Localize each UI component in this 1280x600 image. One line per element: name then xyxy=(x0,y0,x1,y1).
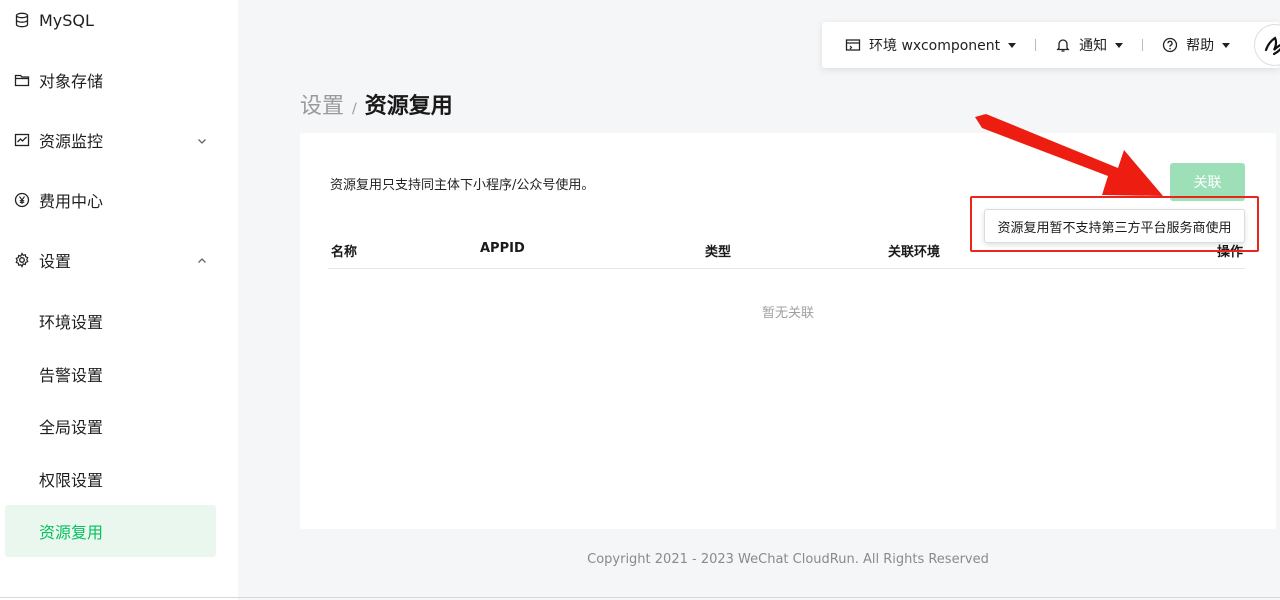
description-text: 资源复用只支持同主体下小程序/公众号使用。 xyxy=(330,178,595,193)
sidebar-item-storage[interactable]: 对象存储 xyxy=(5,54,216,106)
notification-label: 通知 xyxy=(1079,38,1108,54)
caret-down-icon xyxy=(1222,42,1231,48)
sidebar-item-env-settings[interactable]: 环境设置 xyxy=(5,295,216,347)
sidebar-item-label: 权限设置 xyxy=(39,471,104,490)
divider xyxy=(1035,39,1037,51)
divider xyxy=(1142,39,1144,51)
sidebar-item-label: 告警设置 xyxy=(39,366,104,385)
sidebar-item-permission-settings[interactable]: 权限设置 xyxy=(5,453,216,505)
user-avatar-icon xyxy=(1264,36,1280,56)
sidebar-item-label: 资源监控 xyxy=(39,132,104,151)
sidebar: MySQL 对象存储 资源监控 费用中心 设置 环境设置 告警设置 全局设置 权… xyxy=(0,0,238,600)
sidebar-item-settings[interactable]: 设置 xyxy=(5,234,216,286)
top-toolbar: 环境 wxcomponent 通知 帮助 xyxy=(822,22,1280,68)
footer-copyright: Copyright 2021 - 2023 WeChat CloudRun. A… xyxy=(587,552,989,567)
chevron-down-icon xyxy=(196,132,208,151)
environment-icon xyxy=(845,39,861,51)
column-header-type: 类型 xyxy=(705,245,732,260)
help-menu[interactable]: 帮助 xyxy=(1162,22,1231,68)
sidebar-item-mysql[interactable]: MySQL xyxy=(5,0,216,46)
notification-menu[interactable]: 通知 xyxy=(1055,22,1124,68)
sidebar-item-alert-settings[interactable]: 告警设置 xyxy=(5,348,216,400)
column-header-appid: APPID xyxy=(480,241,525,256)
sidebar-item-label: 资源复用 xyxy=(39,523,104,542)
resource-reuse-card: 资源复用只支持同主体下小程序/公众号使用。 关联 名称 APPID 类型 关联环… xyxy=(300,133,1276,529)
annotation-highlight-box xyxy=(970,196,1259,252)
sidebar-item-global-settings[interactable]: 全局设置 xyxy=(5,400,216,452)
breadcrumb: 设置 / 资源复用 xyxy=(300,88,453,120)
sidebar-item-label: 对象存储 xyxy=(39,72,104,91)
sidebar-item-label: MySQL xyxy=(39,10,94,30)
empty-state-text: 暂无关联 xyxy=(761,306,814,321)
sidebar-item-label: 设置 xyxy=(39,252,72,271)
breadcrumb-separator: / xyxy=(352,101,357,117)
column-header-env: 关联环境 xyxy=(888,245,941,260)
bell-icon xyxy=(1056,39,1070,52)
sidebar-item-label: 环境设置 xyxy=(39,313,104,332)
folder-icon xyxy=(13,71,31,89)
sidebar-item-billing[interactable]: 费用中心 xyxy=(5,174,216,226)
help-label: 帮助 xyxy=(1186,38,1215,54)
sidebar-item-monitor[interactable]: 资源监控 xyxy=(5,114,216,166)
chevron-up-icon xyxy=(196,252,208,271)
sidebar-item-resource-reuse[interactable]: 资源复用 xyxy=(5,505,216,557)
env-selector[interactable]: 环境 wxcomponent xyxy=(845,22,1017,68)
sidebar-item-label: 费用中心 xyxy=(39,192,104,211)
breadcrumb-parent[interactable]: 设置 xyxy=(300,88,344,120)
caret-down-icon xyxy=(1115,42,1124,48)
page-title: 资源复用 xyxy=(364,94,453,119)
env-label: 环境 wxcomponent xyxy=(869,38,1001,54)
gear-icon xyxy=(13,251,31,269)
chart-icon xyxy=(13,131,31,149)
column-header-name: 名称 xyxy=(331,245,358,260)
help-icon xyxy=(1162,37,1178,53)
database-icon xyxy=(13,11,31,29)
yen-icon xyxy=(13,191,31,209)
table-divider xyxy=(328,268,1245,269)
sidebar-item-label: 全局设置 xyxy=(39,418,104,437)
divider xyxy=(0,597,1280,598)
caret-down-icon xyxy=(1008,42,1017,48)
